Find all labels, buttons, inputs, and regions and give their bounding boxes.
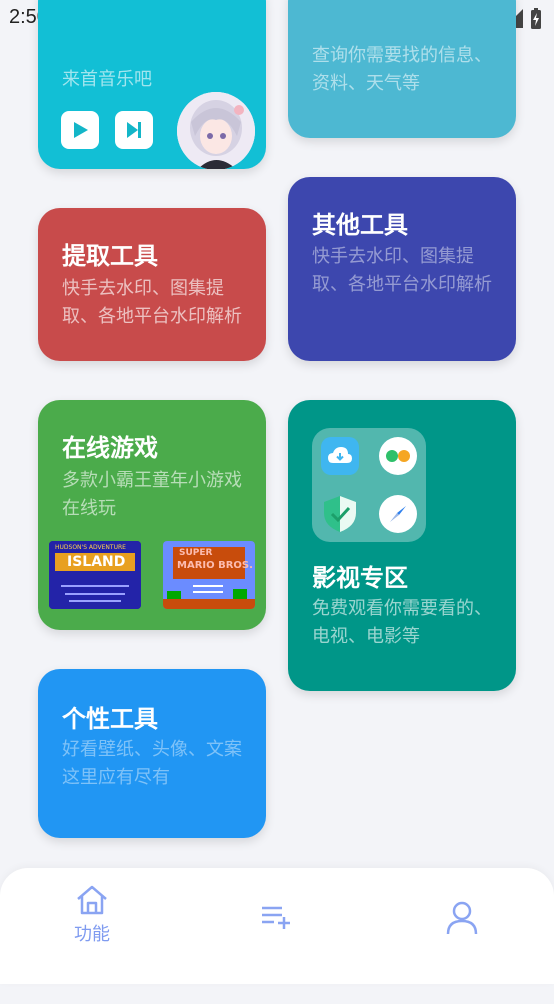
other-card-title: 其他工具 — [312, 211, 408, 239]
playlist-add-icon — [262, 906, 290, 929]
video-card-title: 影视专区 — [312, 564, 408, 592]
shield-check-icon — [321, 495, 359, 533]
personal-tools-card[interactable]: 个性工具 好看壁纸、头像、文案这里应有尽有 — [38, 669, 266, 838]
person-icon — [446, 901, 478, 935]
tab-profile[interactable] — [402, 900, 522, 1000]
app-dots-icon — [379, 437, 417, 475]
next-track-button[interactable] — [115, 111, 153, 149]
video-apps-grid — [312, 428, 426, 542]
music-cover-avatar — [177, 92, 255, 169]
island-title: ISLAND — [67, 554, 126, 570]
other-card-desc: 快手去水印、图集提取、各地平台水印解析 — [312, 246, 492, 295]
home-icon — [77, 885, 107, 915]
personal-card-desc: 好看壁纸、头像、文案这里应有尽有 — [62, 739, 242, 788]
play-icon — [74, 122, 88, 138]
games-card-desc: 多款小霸王童年小游戏在线玩 — [62, 470, 242, 519]
super-mario-thumbnail[interactable]: SUPER MARIO BROS. — [163, 541, 255, 609]
search-card[interactable]: 查询你需要找的信息、资料、天气等 — [288, 0, 516, 138]
personal-card-title: 个性工具 — [62, 705, 158, 733]
online-games-card[interactable]: 在线游戏 多款小霸王童年小游戏在线玩 HUDSON'S ADVENTURE IS… — [38, 400, 266, 630]
battery-icon — [531, 8, 541, 29]
games-card-title: 在线游戏 — [62, 434, 158, 462]
video-zone-card[interactable]: 影视专区 免费观看你需要看的、电视、电影等 — [288, 400, 516, 691]
skip-next-icon — [127, 122, 141, 138]
music-card[interactable]: 来首音乐吧 — [38, 0, 266, 169]
mario-title-line2: MARIO BROS. — [177, 560, 253, 571]
island-subtitle: HUDSON'S ADVENTURE — [55, 544, 126, 551]
tab-features[interactable]: 功能 — [32, 884, 152, 984]
anime-girl-image — [177, 92, 255, 169]
cloud-download-icon — [321, 437, 359, 475]
bottom-tab-bar: 功能 — [0, 868, 554, 984]
music-card-desc: 来首音乐吧 — [62, 69, 152, 90]
extract-card-title: 提取工具 — [62, 242, 158, 270]
adventure-island-thumbnail[interactable]: HUDSON'S ADVENTURE ISLAND — [49, 541, 141, 609]
play-button[interactable] — [61, 111, 99, 149]
search-card-desc: 查询你需要找的信息、资料、天气等 — [312, 45, 492, 94]
extract-tools-card[interactable]: 提取工具 快手去水印、图集提取、各地平台水印解析 — [38, 208, 266, 361]
extract-card-desc: 快手去水印、图集提取、各地平台水印解析 — [62, 278, 242, 327]
mario-title-line1: SUPER — [179, 548, 213, 558]
adventure-island-image — [49, 541, 141, 609]
other-tools-card[interactable]: 其他工具 快手去水印、图集提取、各地平台水印解析 — [288, 177, 516, 361]
compass-icon — [379, 495, 417, 533]
tab-playlist[interactable] — [217, 904, 337, 1004]
tab-features-label: 功能 — [74, 924, 110, 945]
video-card-desc: 免费观看你需要看的、电视、电影等 — [312, 598, 492, 647]
